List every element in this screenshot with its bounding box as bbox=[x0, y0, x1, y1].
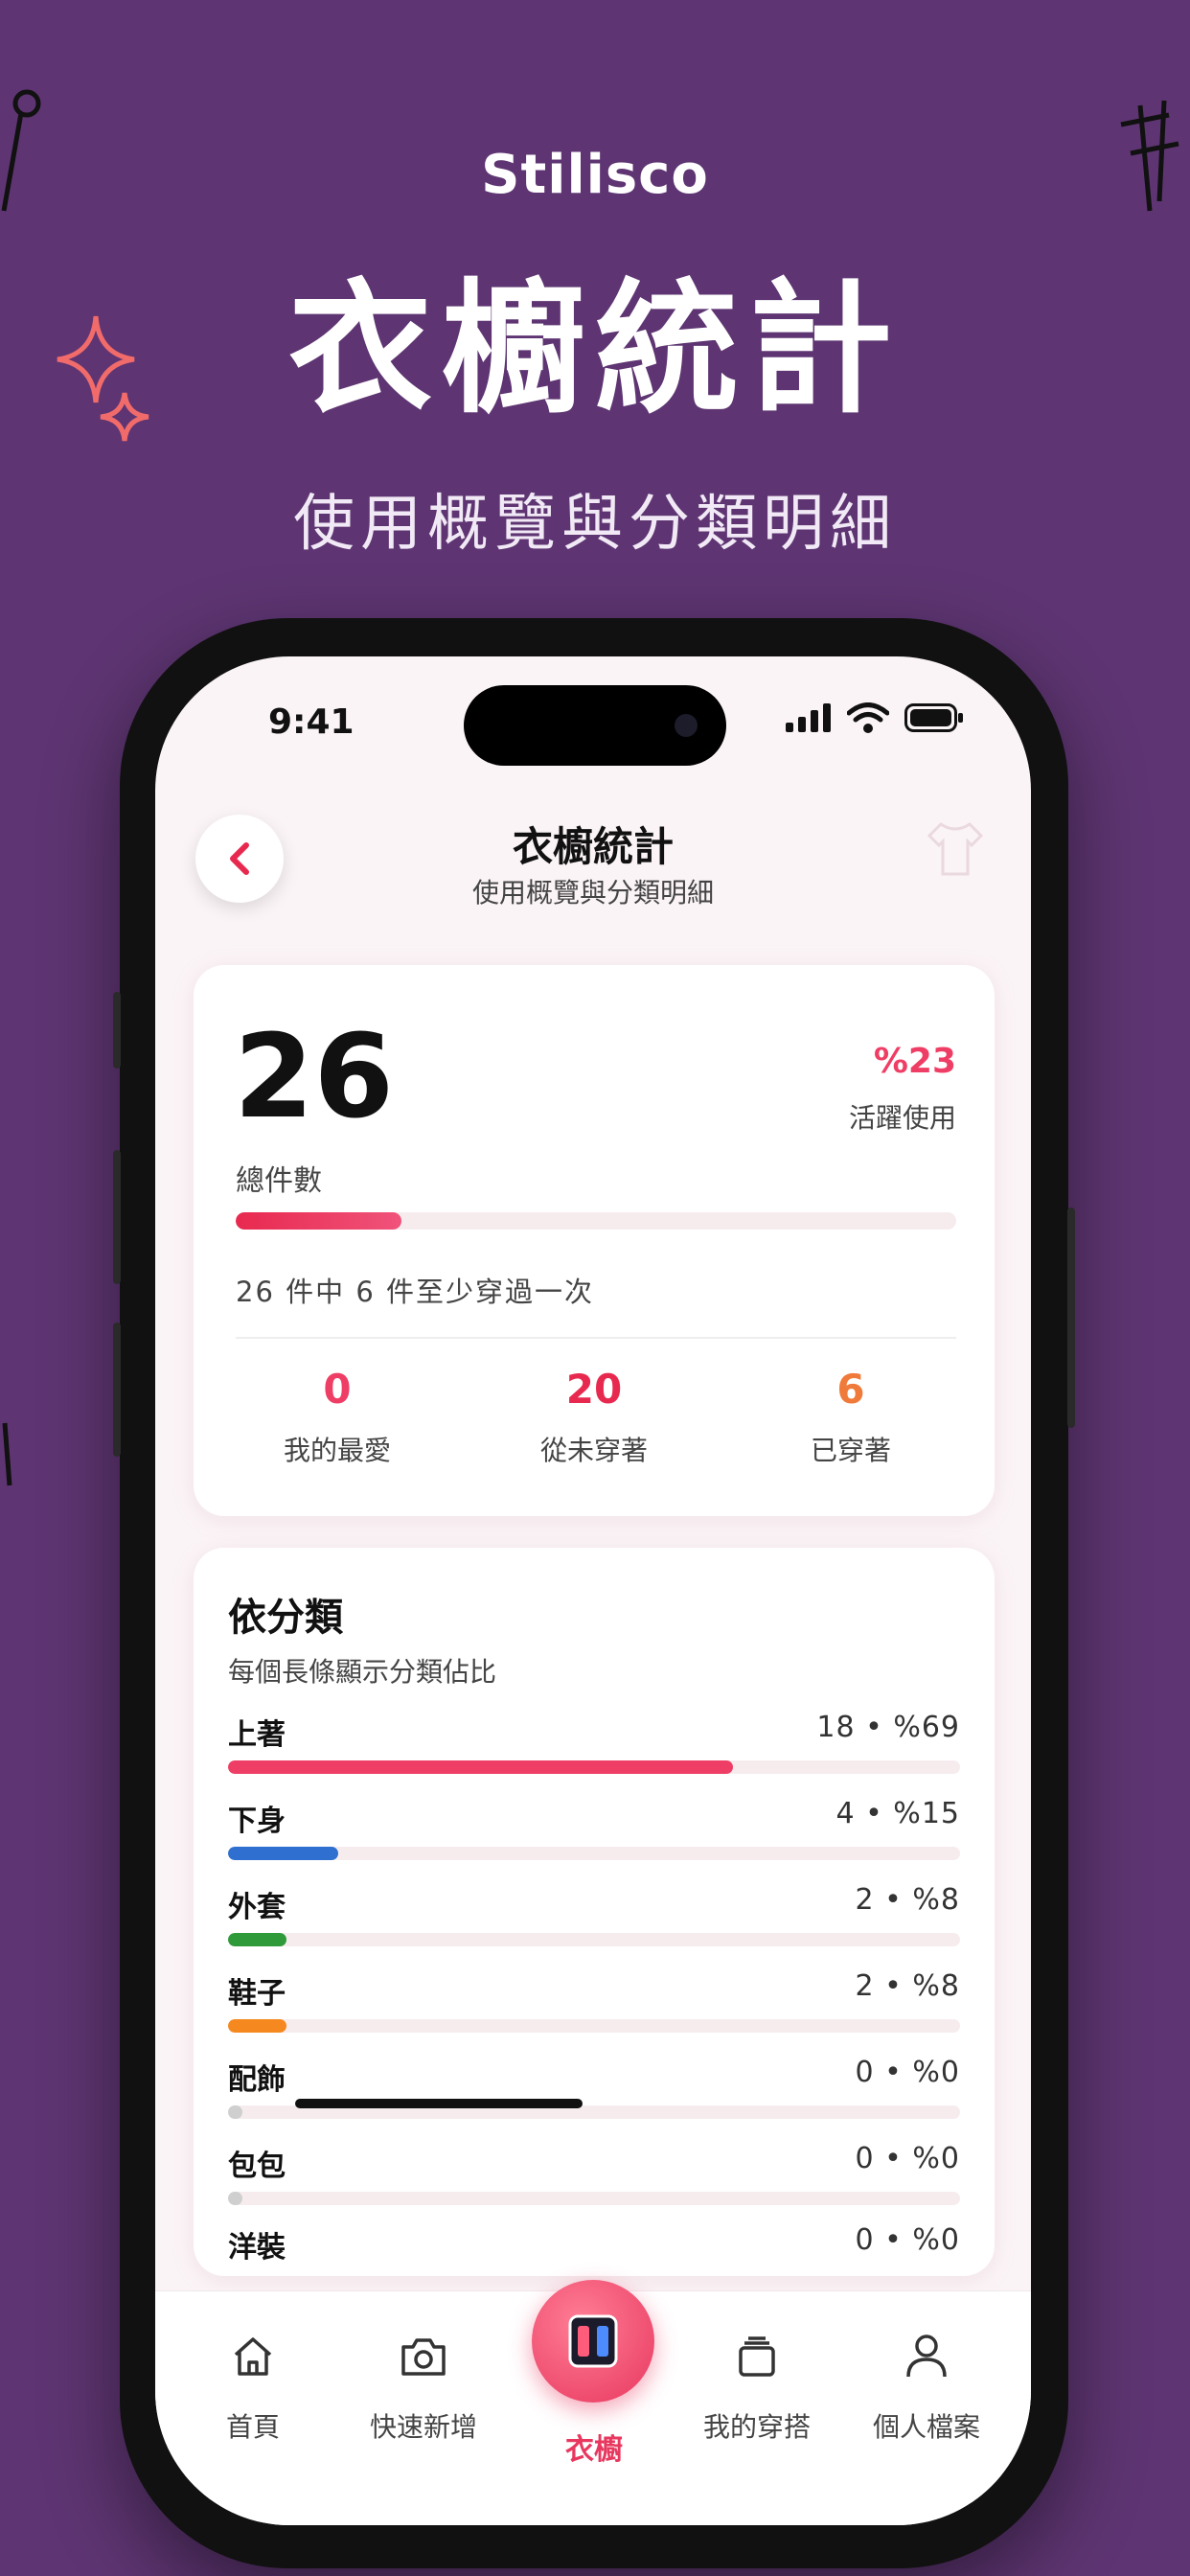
divider bbox=[236, 1337, 956, 1339]
active-progress-track bbox=[236, 1212, 956, 1230]
active-label: 活躍使用 bbox=[848, 1102, 956, 1134]
camera-icon bbox=[401, 2338, 446, 2376]
category-name: 上著 bbox=[228, 1718, 286, 1752]
phone-side-button bbox=[113, 992, 121, 1069]
scribble-doodle-icon bbox=[2, 1422, 12, 1486]
tab-bar: 首頁 快速新增 衣櫥 我的穿搭 個人檔案 bbox=[155, 2280, 1031, 2525]
category-value: 0 • %0 bbox=[855, 2056, 960, 2089]
category-name: 外套 bbox=[228, 1891, 286, 1924]
active-percent: %23 bbox=[873, 1042, 956, 1081]
phone-screen: 9:41 衣櫥統計 使用概覽與分類明細 26 總件數 %23 活躍使用 26 件… bbox=[155, 656, 1031, 2525]
tab-label: 我的穿搭 bbox=[702, 2411, 811, 2443]
usage-note: 26 件中 6 件至少穿過一次 bbox=[236, 1276, 595, 1308]
wifi-icon bbox=[847, 702, 889, 733]
category-name: 包包 bbox=[228, 2150, 286, 2183]
outfits-icon bbox=[739, 2336, 775, 2377]
phone-side-button bbox=[113, 1150, 121, 1284]
stat-favorites[interactable]: 0 我的最愛 bbox=[213, 1366, 462, 1468]
category-value: 18 • %69 bbox=[816, 1711, 960, 1744]
category-bar-track bbox=[228, 1933, 960, 1946]
category-bar-fill bbox=[228, 1760, 734, 1774]
category-name: 鞋子 bbox=[228, 1977, 286, 2011]
phone-side-button bbox=[113, 1322, 121, 1457]
battery-icon bbox=[904, 703, 963, 732]
category-value: 4 • %15 bbox=[835, 1797, 960, 1830]
summary-card: 26 總件數 %23 活躍使用 26 件中 6 件至少穿過一次 0 我的最愛 2… bbox=[194, 965, 995, 1516]
home-icon bbox=[234, 2337, 272, 2376]
tab-quick-add[interactable]: 快速新增 bbox=[347, 2328, 500, 2445]
category-bar-track bbox=[228, 2019, 960, 2033]
scribble-doodle-icon bbox=[1120, 100, 1179, 212]
tab-label: 首頁 bbox=[225, 2411, 280, 2443]
wardrobe-icon bbox=[568, 2314, 618, 2368]
sparkle-doodle-icon bbox=[57, 315, 149, 442]
category-value: 2 • %8 bbox=[855, 1883, 960, 1917]
category-name: 配飾 bbox=[228, 2063, 286, 2097]
camera-icon bbox=[675, 714, 698, 737]
category-subtitle: 每個長條顯示分類佔比 bbox=[228, 1656, 497, 1688]
tab-home[interactable]: 首頁 bbox=[176, 2328, 330, 2445]
category-bar-track bbox=[228, 1760, 960, 1774]
page-subtitle: 使用概覽與分類明細 bbox=[471, 877, 714, 908]
dynamic-island bbox=[464, 685, 726, 766]
promo-headline: 衣櫥統計 bbox=[287, 266, 902, 433]
status-icons bbox=[786, 702, 964, 733]
stat-value: 6 bbox=[836, 1366, 865, 1413]
category-value: 0 • %0 bbox=[855, 2223, 960, 2257]
category-name: 洋裝 bbox=[228, 2231, 286, 2265]
tab-label: 個人檔案 bbox=[872, 2411, 980, 2443]
tab-label: 快速新增 bbox=[369, 2411, 477, 2443]
category-bar-fill bbox=[228, 2192, 243, 2205]
signal-icon bbox=[786, 703, 831, 732]
tab-my-outfits[interactable]: 我的穿搭 bbox=[680, 2328, 834, 2445]
category-bar-track bbox=[228, 1847, 960, 1860]
category-bar-fill bbox=[228, 2019, 287, 2033]
home-indicator bbox=[295, 2099, 583, 2108]
category-bar-fill bbox=[228, 1847, 338, 1860]
promo-subheadline: 使用概覽與分類明細 bbox=[293, 489, 897, 560]
active-progress-fill bbox=[236, 1212, 401, 1230]
category-value: 0 • %0 bbox=[855, 2142, 960, 2175]
category-bar-fill bbox=[228, 2105, 243, 2119]
stat-never-worn[interactable]: 20 從未穿著 bbox=[469, 1366, 719, 1468]
category-card: 依分類 每個長條顯示分類佔比 上著 18 • %69 下身 4 • %15 外套… bbox=[194, 1548, 995, 2276]
stat-value: 0 bbox=[323, 1366, 352, 1413]
profile-icon bbox=[906, 2334, 947, 2378]
category-bar-fill bbox=[228, 1933, 287, 1946]
category-title: 依分類 bbox=[228, 1596, 343, 1640]
stat-value: 20 bbox=[565, 1366, 623, 1413]
tab-wardrobe[interactable] bbox=[532, 2280, 654, 2403]
brand-name: Stilisco bbox=[481, 144, 709, 206]
stat-label: 已穿著 bbox=[810, 1435, 891, 1466]
tab-profile[interactable]: 個人檔案 bbox=[850, 2328, 1003, 2445]
category-name: 下身 bbox=[228, 1805, 286, 1838]
pin-doodle-icon bbox=[1, 89, 41, 212]
phone-side-button bbox=[1067, 1208, 1075, 1428]
total-label: 總件數 bbox=[236, 1164, 322, 1198]
stat-label: 我的最愛 bbox=[283, 1435, 391, 1466]
category-bar-track bbox=[228, 2192, 960, 2205]
stat-label: 從未穿著 bbox=[539, 1435, 648, 1466]
stat-worn[interactable]: 6 已穿著 bbox=[726, 1366, 975, 1468]
total-count: 26 bbox=[234, 1011, 394, 1144]
page-title: 衣櫥統計 bbox=[512, 823, 674, 870]
tab-label: 衣櫥 bbox=[565, 2433, 623, 2467]
status-time: 9:41 bbox=[268, 702, 355, 742]
category-value: 2 • %8 bbox=[855, 1969, 960, 2003]
